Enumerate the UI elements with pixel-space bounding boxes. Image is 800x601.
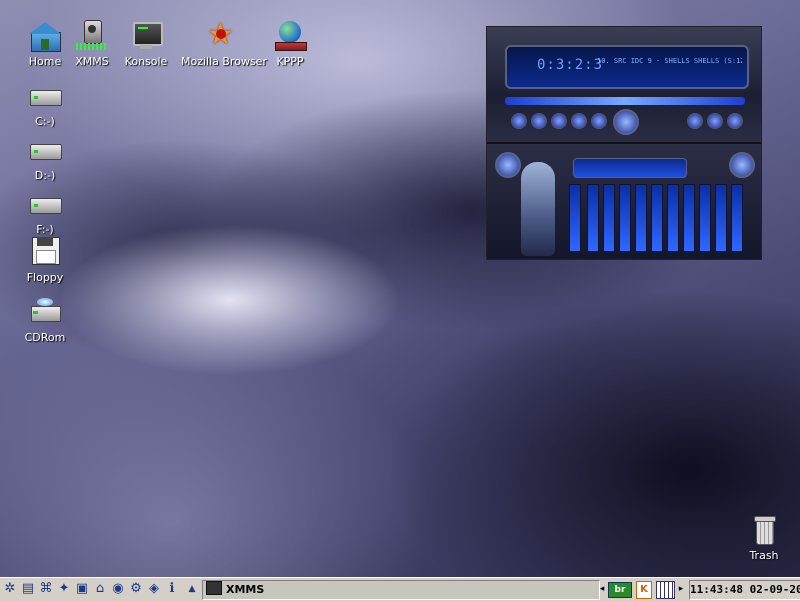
calendar-icon[interactable] xyxy=(656,581,675,599)
xmms-track-title: 10. SRC IDC 9 - SHELLS SHELLS (S:12) xyxy=(597,57,742,65)
browser-globe-icon[interactable]: ◉ xyxy=(110,581,126,597)
desktop-icon-drive-d[interactable]: D:-) xyxy=(5,134,85,182)
xmms-display: 0:3:2:3 10. SRC IDC 9 - SHELLS SHELLS (S… xyxy=(505,45,749,89)
shuffle-icon[interactable] xyxy=(687,113,703,129)
settings-icon[interactable]: ⚙ xyxy=(128,581,144,597)
desktop: Home XMMS Konsole ★ Mozilla Browser KPPP xyxy=(0,0,800,577)
klipper-icon[interactable]: K xyxy=(636,581,652,599)
desktop-icon-mozilla[interactable]: ★ Mozilla Browser xyxy=(181,20,267,69)
taskbar: ✲ ▤ ⌘ ✦ ▣ ⌂ ◉ ⚙ ◈ ℹ ▲ XMMS ◂ br K ▸ 11:4… xyxy=(0,577,800,601)
eq-on-knob[interactable] xyxy=(495,152,521,178)
eq-preamp-slider[interactable] xyxy=(569,184,581,252)
eq-band-slider[interactable] xyxy=(699,184,711,252)
network-icon[interactable]: ⌘ xyxy=(38,581,54,597)
desktop-icon-label: D:-) xyxy=(34,169,56,182)
xmms-speaker-icon xyxy=(76,20,108,52)
taskbar-clock[interactable]: 11:43:48 02-09-2003 xyxy=(689,580,800,600)
repeat-icon[interactable] xyxy=(707,113,723,129)
taskbar-task-label: XMMS xyxy=(226,583,265,596)
play-icon[interactable] xyxy=(531,113,547,129)
xmms-task-icon xyxy=(206,581,222,595)
tray-separator-icon: ▸ xyxy=(678,584,684,594)
eq-band-slider[interactable] xyxy=(603,184,615,252)
taskbar-task-xmms[interactable]: XMMS xyxy=(202,580,600,600)
eq-band-slider[interactable] xyxy=(683,184,695,252)
scroll-up-icon[interactable]: ▲ xyxy=(186,581,198,597)
eq-band-slider[interactable] xyxy=(667,184,679,252)
floppy-icon xyxy=(29,236,61,268)
desktop-icon-label: CDRom xyxy=(24,331,66,344)
trash-icon xyxy=(748,514,780,546)
desktop-icon-trash[interactable]: Trash xyxy=(724,514,800,562)
hard-drive-icon xyxy=(29,134,62,166)
skin-figure-image xyxy=(521,162,555,256)
xmms-player[interactable]: 0:3:2:3 10. SRC IDC 9 - SHELLS SHELLS (S… xyxy=(486,26,762,260)
tools-icon[interactable]: ✦ xyxy=(56,581,72,597)
eq-graph xyxy=(573,158,687,178)
eq-band-slider[interactable] xyxy=(731,184,743,252)
info-icon[interactable]: ℹ xyxy=(164,581,180,597)
hard-drive-icon xyxy=(29,80,62,112)
show-desktop-icon[interactable]: ▤ xyxy=(20,581,36,597)
hard-drive-icon xyxy=(29,188,62,220)
desktop-icon-label: Konsole xyxy=(124,55,168,68)
xmms-main-window[interactable]: 0:3:2:3 10. SRC IDC 9 - SHELLS SHELLS (S… xyxy=(487,27,761,144)
eq-band-slider[interactable] xyxy=(635,184,647,252)
eq-band-slider[interactable] xyxy=(587,184,599,252)
eq-auto-knob[interactable] xyxy=(729,152,755,178)
pause-icon[interactable] xyxy=(551,113,567,129)
printer-icon[interactable]: ▣ xyxy=(74,581,90,597)
cdrom-icon xyxy=(29,296,61,328)
desktop-icon-label: F:-) xyxy=(36,223,54,236)
eq-band-slider[interactable] xyxy=(619,184,631,252)
desktop-icon-label: C:-) xyxy=(35,115,55,128)
xmms-time-display: 0:3:2:3 xyxy=(537,57,604,73)
desktop-icon-drive-f[interactable]: F:-) xyxy=(5,188,85,236)
desktop-icon-label: KPPP xyxy=(276,55,304,68)
previous-icon[interactable] xyxy=(511,113,527,129)
tray-badge-label: br xyxy=(614,585,626,595)
desktop-icon-label: Floppy xyxy=(26,271,64,284)
eq-band-slider[interactable] xyxy=(651,184,663,252)
mozilla-icon: ★ xyxy=(205,20,237,52)
desktop-icon-drive-c[interactable]: C:-) xyxy=(5,80,85,128)
xmms-center-knob[interactable] xyxy=(613,109,639,135)
stop-icon[interactable] xyxy=(571,113,587,129)
desktop-icon-kppp[interactable]: KPPP xyxy=(250,20,330,68)
desktop-icon-cdrom[interactable]: CDRom xyxy=(5,296,85,344)
xmms-seek-bar[interactable] xyxy=(505,97,745,105)
home-folder-icon[interactable]: ⌂ xyxy=(92,581,108,597)
clock-time: 11:43:48 xyxy=(690,583,743,596)
tray-arrow-icon[interactable]: ◂ xyxy=(598,581,606,597)
globe-network-icon xyxy=(274,20,307,52)
eject-icon[interactable] xyxy=(727,113,743,129)
desktop-icon-label: Trash xyxy=(749,549,779,562)
desktop-icon-floppy[interactable]: Floppy xyxy=(5,236,85,284)
next-icon[interactable] xyxy=(591,113,607,129)
desktop-icon-label: Mozilla Browser xyxy=(181,55,267,68)
xmms-equalizer[interactable] xyxy=(487,144,761,259)
konqueror-icon[interactable]: ◈ xyxy=(146,581,162,597)
kde-menu-icon[interactable]: ✲ xyxy=(2,581,18,597)
clock-date: 02-09-2003 xyxy=(749,583,800,596)
tray-badge[interactable]: br xyxy=(608,582,632,598)
monitor-icon xyxy=(130,20,163,52)
eq-band-slider[interactable] xyxy=(715,184,727,252)
desktop-icon-konsole[interactable]: Konsole xyxy=(106,20,186,68)
